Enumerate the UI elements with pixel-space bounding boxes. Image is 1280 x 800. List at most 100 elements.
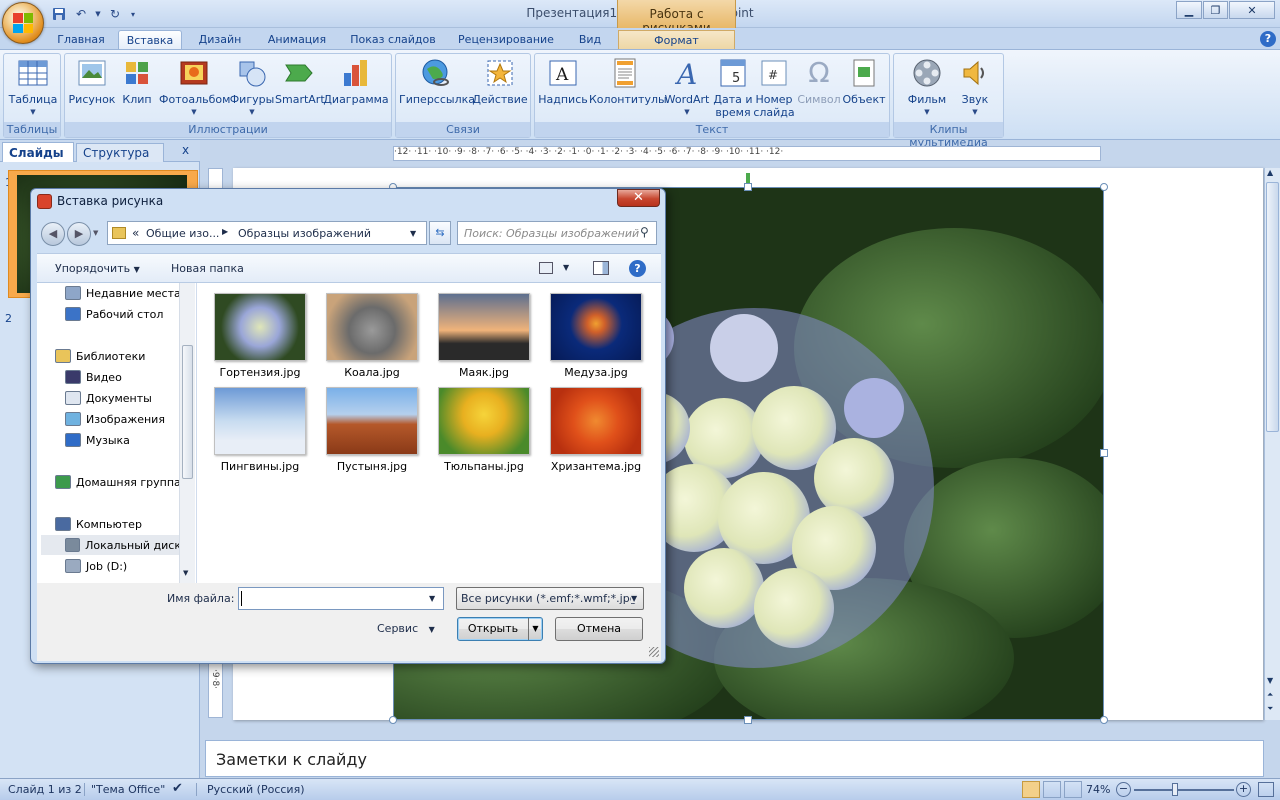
- slideshow-view-icon[interactable]: [1064, 781, 1082, 798]
- nav-scrollbar[interactable]: ▼: [179, 283, 195, 583]
- textbox-button[interactable]: A Надпись: [538, 57, 588, 106]
- scroll-down-icon[interactable]: ▼: [1267, 676, 1273, 685]
- resize-handle-t[interactable]: [744, 183, 752, 191]
- resize-handle-b[interactable]: [744, 716, 752, 724]
- nav-item[interactable]: Документы: [65, 388, 152, 408]
- breadcrumb-overflow[interactable]: «: [132, 226, 139, 240]
- tab-insert[interactable]: Вставка: [118, 30, 182, 50]
- organize-button[interactable]: Упорядочить ▼: [55, 262, 140, 275]
- search-icon[interactable]: ⚲: [640, 225, 649, 239]
- slide-number-button[interactable]: # Номер слайда: [753, 57, 795, 119]
- previous-slide-icon[interactable]: ⏶: [1267, 690, 1273, 700]
- normal-view-icon[interactable]: [1022, 781, 1040, 798]
- refresh-icon[interactable]: ⇆: [429, 221, 451, 245]
- nav-item[interactable]: Музыка: [65, 430, 130, 450]
- clip-button[interactable]: Клип: [117, 57, 157, 106]
- back-icon[interactable]: ◀: [41, 222, 65, 246]
- tools-button[interactable]: Сервис ▼: [377, 622, 435, 635]
- open-button[interactable]: Открыть ▼: [457, 617, 543, 641]
- picture-button[interactable]: Рисунок: [68, 57, 116, 106]
- zoom-slider[interactable]: [1134, 789, 1234, 791]
- help-icon[interactable]: ?: [1260, 31, 1276, 47]
- search-box[interactable]: Поиск: Образцы изображений ⚲: [457, 221, 657, 245]
- tab-animation[interactable]: Анимация: [260, 30, 334, 50]
- change-view-icon[interactable]: [539, 262, 553, 274]
- language-indicator[interactable]: Русский (Россия): [196, 783, 305, 796]
- spellcheck-icon[interactable]: ✔: [172, 781, 183, 796]
- resize-handle-bl[interactable]: [389, 716, 397, 724]
- nav-item[interactable]: Локальный диск: [41, 535, 181, 555]
- tab-review[interactable]: Рецензирование: [452, 30, 560, 50]
- tab-home[interactable]: Главная: [52, 30, 110, 50]
- tab-slides[interactable]: Слайды: [2, 142, 74, 162]
- resize-handle-tr[interactable]: [1100, 183, 1108, 191]
- help-icon[interactable]: ?: [629, 260, 646, 277]
- nav-item[interactable]: Видео: [65, 367, 122, 387]
- close-panel-icon[interactable]: x: [182, 143, 189, 157]
- forward-icon[interactable]: ▶: [67, 222, 91, 246]
- chart-button[interactable]: Диаграмма: [323, 57, 389, 106]
- preview-pane-icon[interactable]: [593, 261, 609, 275]
- tab-slideshow[interactable]: Показ слайдов: [343, 30, 443, 50]
- breadcrumb-sample-pictures[interactable]: Образцы изображений: [238, 227, 371, 240]
- action-button[interactable]: Действие: [472, 57, 528, 106]
- address-dropdown-icon[interactable]: ▼: [410, 229, 416, 238]
- shapes-button[interactable]: Фигуры ▼: [229, 57, 275, 119]
- photoalbum-button[interactable]: Фотоальбом ▼: [159, 57, 230, 119]
- smartart-button[interactable]: SmartArt: [275, 57, 325, 106]
- restore-button[interactable]: ❐: [1203, 1, 1228, 19]
- file-item[interactable]: Медуза.jpg: [543, 293, 649, 379]
- tab-format[interactable]: Формат: [618, 30, 735, 50]
- file-item[interactable]: Коала.jpg: [319, 293, 425, 379]
- table-button[interactable]: Таблица ▼: [7, 57, 59, 119]
- hyperlink-button[interactable]: Гиперссылка: [399, 57, 475, 106]
- scroll-up-icon[interactable]: ▲: [1267, 168, 1273, 177]
- wordart-button[interactable]: A WordArt ▼: [661, 57, 713, 119]
- nav-item[interactable]: Недавние места: [65, 283, 181, 303]
- tab-view[interactable]: Вид: [568, 30, 612, 50]
- nav-scroll-down-icon[interactable]: ▼: [183, 569, 188, 577]
- breadcrumb-common-images[interactable]: Общие изо...: [146, 227, 219, 240]
- filename-dropdown-icon[interactable]: ▼: [429, 594, 435, 603]
- cancel-button[interactable]: Отмена: [555, 617, 643, 641]
- dialog-close-button[interactable]: ✕: [617, 189, 660, 207]
- movie-button[interactable]: Фильм ▼: [902, 57, 952, 119]
- file-item[interactable]: Хризантема.jpg: [543, 387, 649, 473]
- minimize-button[interactable]: ▁: [1176, 1, 1202, 19]
- fit-to-window-icon[interactable]: [1258, 782, 1274, 797]
- resize-handle-br[interactable]: [1100, 716, 1108, 724]
- rotate-handle[interactable]: [746, 173, 750, 183]
- sound-button[interactable]: Звук ▼: [952, 57, 998, 119]
- file-item[interactable]: Тюльпаны.jpg: [431, 387, 537, 473]
- zoom-in-icon[interactable]: +: [1236, 782, 1251, 797]
- nav-item[interactable]: Изображения: [65, 409, 165, 429]
- tab-outline[interactable]: Структура: [76, 143, 164, 162]
- file-item[interactable]: Пингвины.jpg: [207, 387, 313, 473]
- view-dropdown-icon[interactable]: ▼: [563, 263, 569, 272]
- next-slide-icon[interactable]: ⏷: [1267, 704, 1273, 714]
- nav-item[interactable]: Компьютер: [55, 514, 142, 534]
- resize-grip-icon[interactable]: [649, 647, 659, 657]
- datetime-button[interactable]: 5 Дата и время: [713, 57, 753, 119]
- new-folder-button[interactable]: Новая папка: [171, 262, 244, 275]
- resize-handle-r[interactable]: [1100, 449, 1108, 457]
- zoom-out-icon[interactable]: −: [1116, 782, 1131, 797]
- breadcrumb-separator-icon[interactable]: ▶: [222, 227, 228, 236]
- filename-input[interactable]: ▼: [238, 587, 444, 610]
- zoom-level[interactable]: 74%: [1086, 783, 1110, 796]
- header-footer-button[interactable]: Колонтитулы: [589, 57, 667, 106]
- address-bar[interactable]: « Общие изо... ▶ Образцы изображений ▼: [107, 221, 427, 245]
- file-item[interactable]: Маяк.jpg: [431, 293, 537, 379]
- nav-item[interactable]: Библиотеки: [55, 346, 145, 366]
- nav-item[interactable]: Job (D:): [65, 556, 127, 576]
- scroll-thumb[interactable]: [1266, 182, 1279, 432]
- tab-design[interactable]: Дизайн: [190, 30, 250, 50]
- close-button[interactable]: ✕: [1229, 1, 1275, 19]
- slide-sorter-icon[interactable]: [1043, 781, 1061, 798]
- notes-pane[interactable]: Заметки к слайду: [205, 740, 1264, 777]
- filetype-select[interactable]: Все рисунки (*.emf;*.wmf;*.jpg ▼: [456, 587, 644, 610]
- office-button[interactable]: [2, 2, 44, 44]
- nav-scroll-thumb[interactable]: [182, 345, 193, 479]
- history-dropdown-icon[interactable]: ▼: [93, 229, 98, 237]
- zoom-slider-thumb[interactable]: [1172, 783, 1178, 796]
